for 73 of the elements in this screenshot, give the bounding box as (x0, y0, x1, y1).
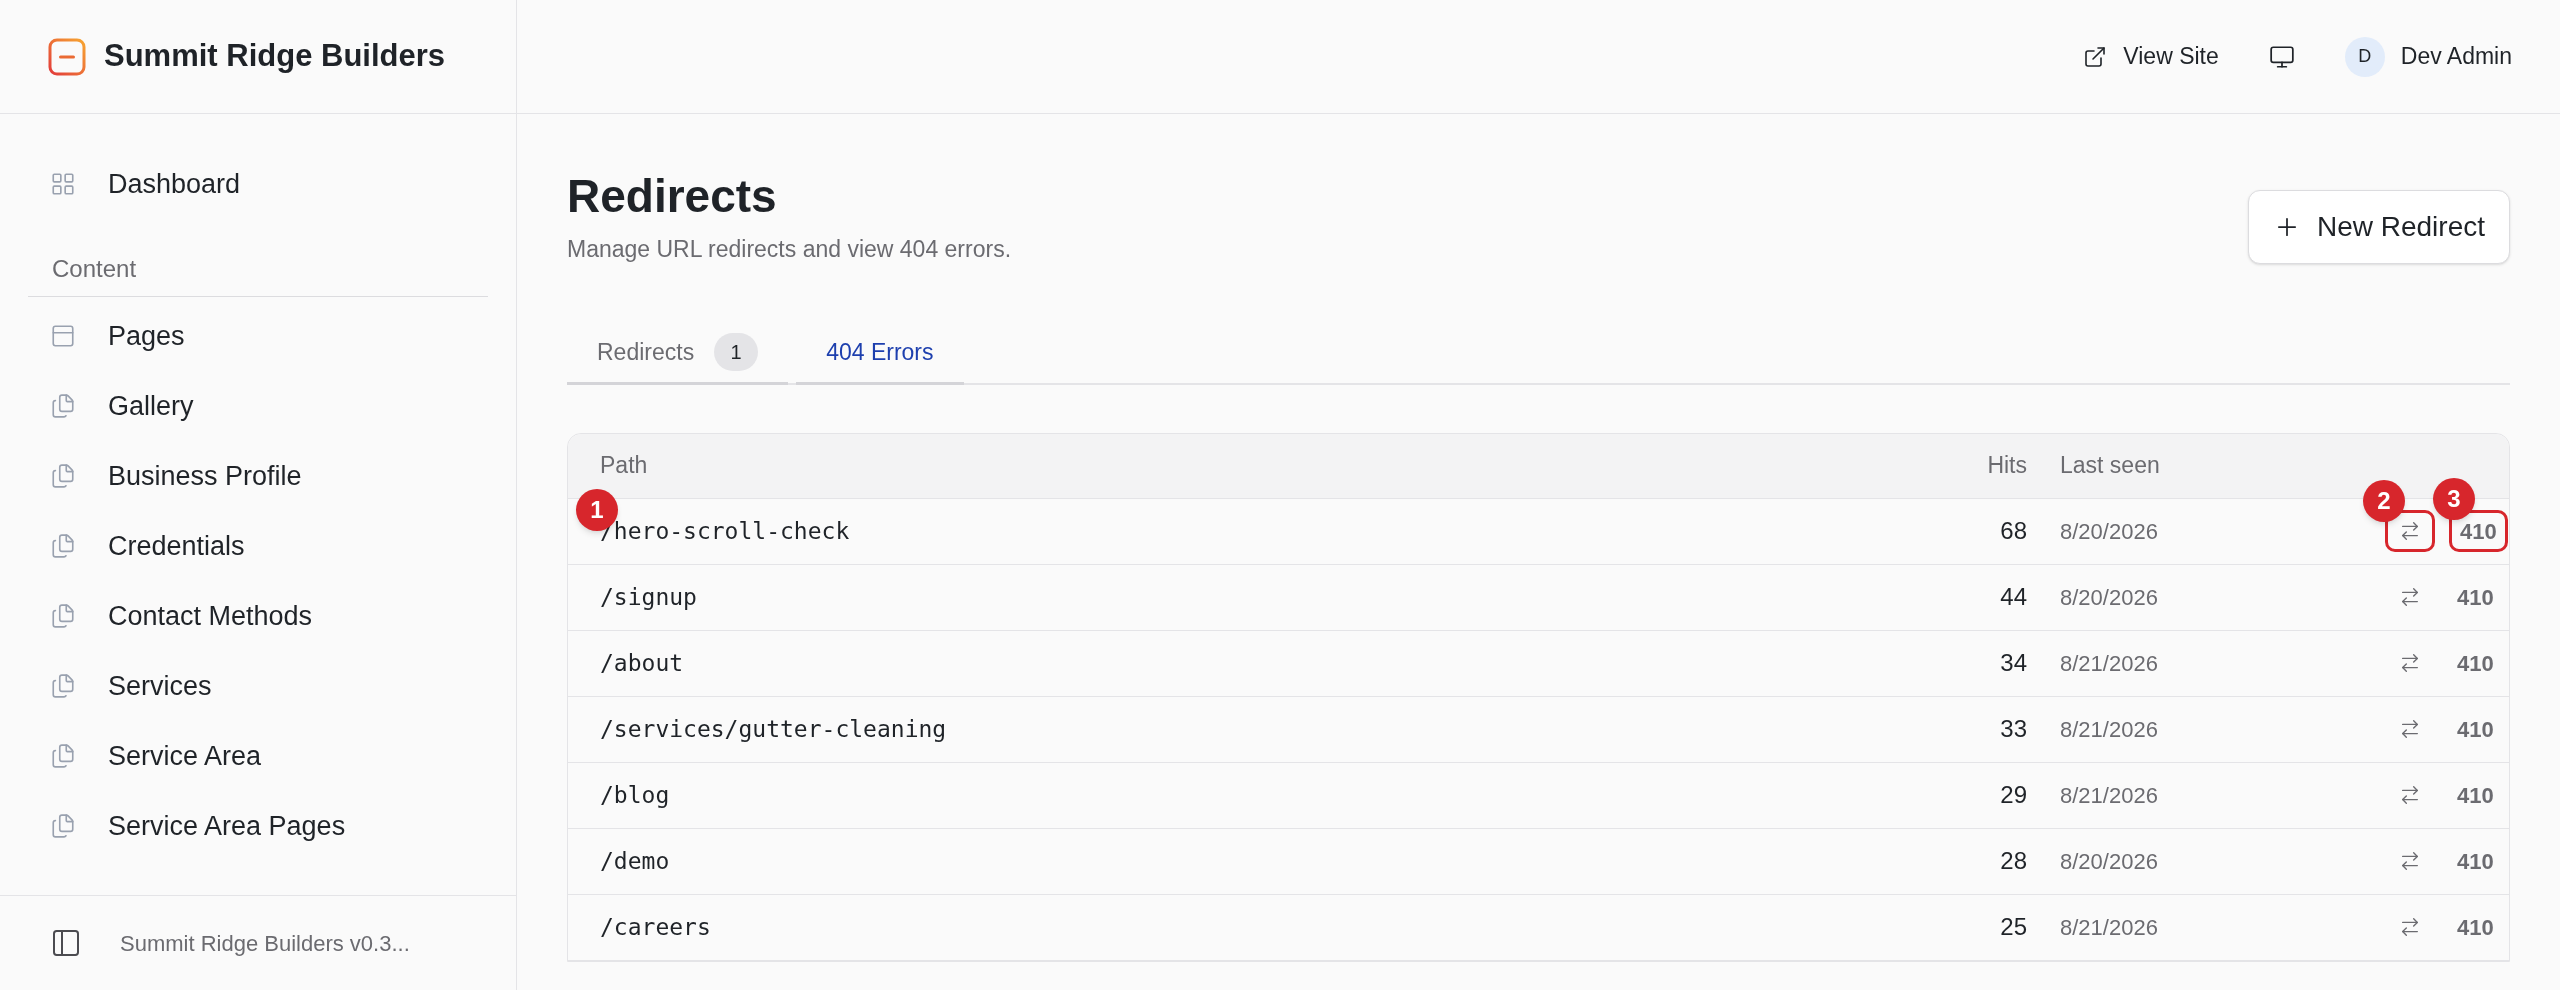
swap-arrows-icon[interactable] (2399, 586, 2421, 608)
path-cell-text: /services/gutter-cleaning (599, 714, 947, 744)
documents-icon (50, 393, 76, 419)
brand-name: Summit Ridge Builders (104, 37, 446, 76)
view-site-link[interactable]: View Site (2083, 39, 2219, 74)
page-subtitle: Manage URL redirects and view 404 errors. (567, 235, 1012, 264)
count-badge: 1 (714, 333, 759, 371)
window-icon (50, 323, 76, 349)
grid-icon (50, 171, 76, 197)
last-seen-cell-text: 8/20/2026 (2059, 847, 2158, 876)
documents-icon (50, 603, 76, 629)
swap-arrows-icon[interactable] (2399, 520, 2421, 542)
section-heading: Content (52, 253, 137, 284)
monitor-icon[interactable] (2268, 43, 2295, 70)
logo-icon (48, 37, 86, 76)
sidebar-toggle-icon[interactable] (50, 927, 82, 959)
last-seen-cell-text: 8/21/2026 (2059, 913, 2158, 942)
last-seen-cell-text: 8/21/2026 (2059, 649, 2158, 678)
column-header: Hits (1987, 451, 2027, 481)
hits-cell-text: 68 (2000, 516, 2027, 546)
page-title: Redirects (567, 169, 778, 224)
hits-cell-text: 28 (2000, 846, 2027, 876)
documents-icon (50, 463, 76, 489)
sidebar-item[interactable]: Gallery (0, 371, 516, 441)
path-cell-text: /signup (599, 582, 697, 612)
sidebar-item[interactable]: Dashboard (0, 149, 516, 219)
sidebar-item[interactable]: Business Profile (0, 441, 516, 511)
hits-cell-text: 29 (2000, 780, 2027, 810)
documents-icon (50, 533, 76, 559)
documents-icon (50, 673, 76, 699)
path-cell-text: /demo (599, 846, 670, 876)
new-redirect-button[interactable]: New Redirect (2247, 190, 2510, 264)
user-name[interactable]: Dev Admin (2400, 39, 2512, 74)
tab[interactable]: Redirects 1 (567, 322, 789, 385)
status-code[interactable]: 410 (2449, 774, 2502, 816)
sidebar-item[interactable]: Service Area Pages (0, 791, 516, 861)
tab[interactable]: 404 Errors (796, 322, 964, 385)
annotation-marker: 2 (2363, 480, 2405, 522)
documents-icon (50, 813, 76, 839)
last-seen-cell-text: 8/20/2026 (2059, 583, 2158, 612)
column-header: Last seen (2059, 451, 2160, 481)
status-code[interactable]: 410 (2449, 708, 2502, 750)
path-cell-text: /careers (599, 912, 711, 942)
status-code[interactable]: 410 (2449, 510, 2508, 552)
path-cell-text: /hero-scroll-check (600, 517, 850, 546)
sidebar-item[interactable]: Credentials (0, 511, 516, 581)
last-seen-cell-text: 8/21/2026 (2059, 715, 2158, 744)
sidebar-item[interactable]: Services (0, 651, 516, 721)
swap-arrows-icon[interactable] (2399, 718, 2421, 740)
status-code[interactable]: 410 (2449, 642, 2502, 684)
hits-cell-text: 44 (2000, 582, 2027, 612)
swap-arrows-icon[interactable] (2399, 784, 2421, 806)
external-link-icon (2083, 44, 2108, 69)
sidebar-item[interactable]: Service Area (0, 721, 516, 791)
hits-cell-text: 34 (2000, 648, 2027, 678)
sidebar-item[interactable]: Contact Methods (0, 581, 516, 651)
hits-cell-text: 25 (2000, 912, 2027, 942)
swap-arrows-icon[interactable] (2399, 916, 2421, 938)
swap-arrows-icon[interactable] (2399, 652, 2421, 674)
version-label: Summit Ridge Builders v0.3... (120, 929, 410, 958)
user-avatar[interactable]: D (2344, 36, 2385, 77)
path-cell-text: /about (599, 648, 684, 678)
last-seen-cell-text: 8/20/2026 (2059, 517, 2158, 546)
status-code[interactable]: 410 (2449, 840, 2502, 882)
status-code[interactable]: 410 (2449, 906, 2502, 948)
swap-arrows-icon[interactable] (2399, 850, 2421, 872)
sidebar-item[interactable]: Pages (0, 301, 516, 371)
documents-icon (50, 743, 76, 769)
hits-cell-text: 33 (2000, 714, 2027, 744)
column-header: Path (599, 451, 648, 481)
last-seen-cell-text: 8/21/2026 (2059, 781, 2158, 810)
path-cell-text: /blog (599, 780, 670, 810)
status-code[interactable]: 410 (2449, 576, 2502, 618)
